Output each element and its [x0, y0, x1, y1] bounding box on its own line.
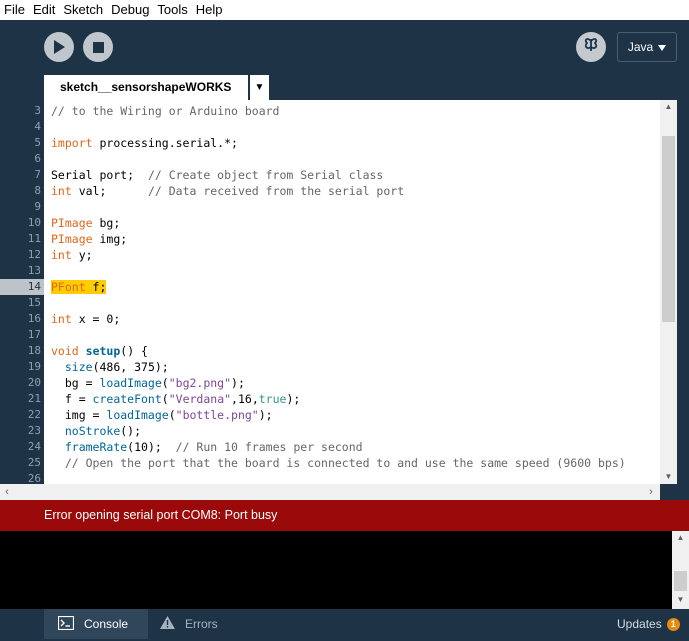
line-number[interactable]: 23 [0, 423, 41, 439]
tab-sketch[interactable]: sketch__sensorshapeWORKS [44, 75, 248, 100]
line-number[interactable]: 6 [0, 151, 41, 167]
menu-bar: File Edit Sketch Debug Tools Help [0, 0, 689, 20]
code-line[interactable]: // Open the port that the board is conne… [51, 455, 626, 471]
line-number[interactable]: 16 [0, 311, 41, 327]
line-number[interactable]: 15 [0, 295, 41, 311]
scroll-up-icon[interactable]: ▲ [660, 100, 677, 114]
run-button[interactable] [44, 32, 74, 62]
scroll-down-icon[interactable]: ▼ [660, 470, 677, 484]
line-number[interactable]: 8 [0, 183, 41, 199]
warning-icon [160, 616, 175, 632]
code-line[interactable]: int val; // Data received from the seria… [51, 183, 404, 199]
scroll-right-icon[interactable]: › [644, 484, 658, 500]
tab-errors-label: Errors [185, 617, 218, 631]
line-number[interactable]: 5 [0, 135, 41, 151]
code-line[interactable]: Serial port; // Create object from Seria… [51, 167, 383, 183]
line-number[interactable]: 17 [0, 327, 41, 343]
line-number[interactable]: 24 [0, 439, 41, 455]
scroll-corner [660, 484, 689, 500]
updates-button[interactable]: Updates 1 [617, 609, 680, 639]
line-number[interactable]: 7 [0, 167, 41, 183]
code-line[interactable]: int x = 0; [51, 311, 120, 327]
scroll-down-icon[interactable]: ▼ [672, 593, 689, 607]
line-number[interactable]: 13 [0, 263, 41, 279]
code-line[interactable]: PImage bg; [51, 215, 120, 231]
line-number[interactable]: 4 [0, 119, 41, 135]
menu-help[interactable]: Help [192, 0, 227, 20]
code-line[interactable]: PImage img; [51, 231, 127, 247]
console-output[interactable]: ▲ ▼ [0, 531, 689, 609]
code-line[interactable]: int y; [51, 247, 93, 263]
menu-edit[interactable]: Edit [29, 0, 59, 20]
menu-debug[interactable]: Debug [107, 0, 153, 20]
line-number[interactable]: 11 [0, 231, 41, 247]
stop-icon [92, 41, 104, 53]
line-number[interactable]: 9 [0, 199, 41, 215]
console-vertical-scrollbar[interactable]: ▲ ▼ [672, 531, 689, 609]
play-icon [53, 40, 65, 54]
code-line[interactable]: size(486, 375); [51, 359, 169, 375]
tab-errors[interactable]: Errors [148, 609, 246, 639]
editor-horizontal-scrollbar[interactable]: ‹ › [0, 484, 660, 500]
line-number-gutter: 3 4 5 6 7 8 9 10 11 12 13 14 15 16 17 18 19 20 21 22 23 24 25 2… [0, 100, 44, 485]
code-line[interactable]: void setup() { [51, 343, 148, 359]
updates-label: Updates [617, 617, 662, 631]
code-line[interactable]: f = createFont("Verdana",16,true); [51, 391, 300, 407]
line-number[interactable]: 12 [0, 247, 41, 263]
scroll-up-icon[interactable]: ▲ [672, 531, 689, 545]
menu-tools[interactable]: Tools [153, 0, 191, 20]
code-line[interactable]: img = loadImage("bottle.png"); [51, 407, 273, 423]
code-line[interactable]: noStroke(); [51, 423, 141, 439]
code-line[interactable]: import processing.serial.*; [51, 135, 238, 151]
scrollbar-thumb[interactable] [674, 571, 687, 591]
tab-console-label: Console [84, 617, 129, 631]
code-line[interactable]: frameRate(10); // Run 10 frames per seco… [51, 439, 363, 455]
tab-console[interactable]: Console [44, 609, 148, 639]
butterfly-icon [583, 37, 599, 58]
code-editor: 3 4 5 6 7 8 9 10 11 12 13 14 15 16 17 18 19 20 21 22 23 24 25 2… [0, 100, 689, 485]
line-number[interactable]: 18 [0, 343, 41, 359]
stop-button[interactable] [83, 32, 113, 62]
line-number[interactable]: 19 [0, 359, 41, 375]
updates-count-badge: 1 [666, 617, 680, 631]
line-number[interactable]: 10 [0, 215, 41, 231]
console-icon [57, 615, 75, 633]
code-line[interactable]: PFont f; [51, 279, 107, 295]
footer-bar: Console Errors Updates 1 [0, 609, 689, 641]
line-number[interactable]: 21 [0, 391, 41, 407]
code-line[interactable]: bg = loadImage("bg2.png"); [51, 375, 245, 391]
status-bar-error: Error opening serial port COM8: Port bus… [0, 500, 689, 531]
mode-label: Java [627, 40, 654, 54]
chevron-down-icon: ▼ [254, 82, 265, 93]
chevron-down-icon [658, 40, 667, 54]
code-line[interactable]: // to the Wiring or Arduino board [51, 103, 279, 119]
editor-right-margin [677, 100, 689, 484]
code-text-area[interactable]: // to the Wiring or Arduino board import … [44, 100, 660, 484]
scroll-left-icon[interactable]: ‹ [0, 484, 14, 500]
menu-sketch[interactable]: Sketch [59, 0, 107, 20]
debugger-toggle-button[interactable] [576, 32, 606, 62]
editor-vertical-scrollbar[interactable]: ▲ ▼ [660, 100, 677, 484]
toolbar: Java sketch__sensorshapeWORKS ▼ [0, 20, 689, 100]
mode-selector[interactable]: Java [617, 32, 677, 62]
tab-menu-button[interactable]: ▼ [250, 75, 269, 100]
line-number[interactable]: 22 [0, 407, 41, 423]
scrollbar-thumb[interactable] [662, 136, 675, 322]
line-number[interactable]: 25 [0, 455, 41, 471]
line-number[interactable]: 20 [0, 375, 41, 391]
line-number[interactable]: 14 [0, 279, 44, 295]
line-number[interactable]: 3 [0, 103, 41, 119]
menu-file[interactable]: File [0, 0, 29, 20]
